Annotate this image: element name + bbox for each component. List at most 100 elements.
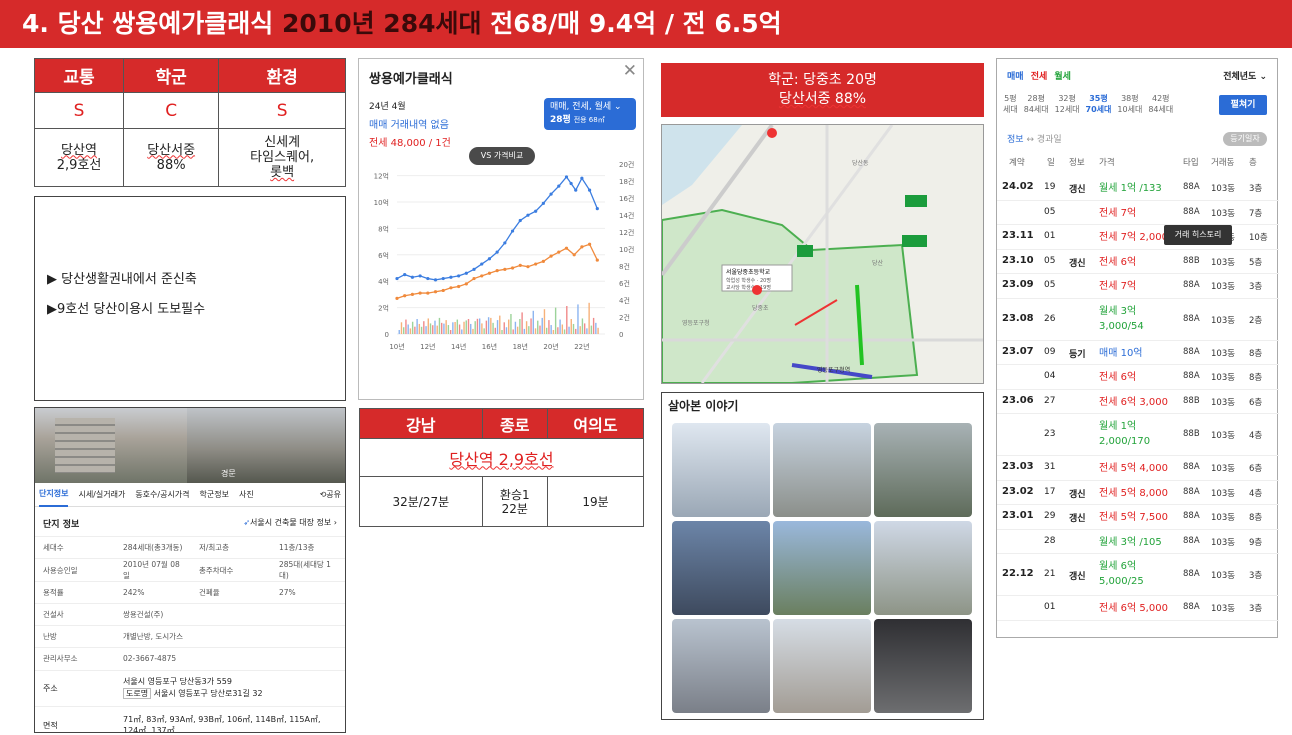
registration-date-button[interactable]: 등기일자	[1223, 132, 1267, 146]
info-toggle: 정보 ↔ 경과일	[1007, 132, 1062, 145]
deal-row[interactable]: 05 전세 7억 88A 103동 7층	[997, 201, 1279, 225]
deal-row[interactable]: 28 월세 3억 /105 88A 103동 9층	[997, 530, 1279, 554]
price-marker[interactable]	[797, 245, 813, 257]
deal-row[interactable]: 23.06 27 전세 6억 3,000 88B 103동 6층	[997, 390, 1279, 414]
deal-month: 23.03	[1002, 461, 1034, 473]
deal-row[interactable]: 01 전세 6억 5,000 88A 103동 3층	[997, 596, 1279, 621]
volume-bar	[577, 304, 579, 334]
y-tick-label: 10억	[374, 199, 389, 207]
story-photo[interactable]	[672, 521, 770, 615]
story-photo[interactable]	[874, 521, 972, 615]
tab-complex-info[interactable]: 단지정보	[39, 482, 69, 507]
tab-sale[interactable]: 매매	[1007, 72, 1024, 82]
size-option[interactable]: 35평 70세대	[1086, 93, 1112, 115]
deal-type: 88B	[1183, 395, 1200, 406]
size-option[interactable]: 38평 10세대	[1117, 93, 1142, 115]
deal-row[interactable]: 23.01 29 갱신 전세 5억 7,500 88A 103동 8층	[997, 505, 1279, 530]
volume-bar	[510, 314, 512, 334]
deal-row[interactable]: 23.10 05 갱신 전세 6억 88B 103동 5층	[997, 250, 1279, 274]
deal-col-header[interactable]: 층	[1249, 156, 1257, 168]
info-cell: 242%	[123, 588, 145, 597]
deal-price: 월세 6억 5,000/25	[1099, 561, 1144, 587]
deal-row[interactable]: 23.08 26 월세 3억 3,000/54 88A 103동 2층	[997, 299, 1279, 341]
price-marker[interactable]	[905, 195, 927, 207]
deal-price: 전세 6억 3,000	[1099, 396, 1168, 408]
info-label[interactable]: 정보	[1007, 135, 1024, 145]
tab-photos[interactable]: 사진	[239, 489, 254, 500]
address-jibun: 서울시 영등포구 당산동3가 559	[123, 677, 232, 686]
story-photo[interactable]	[874, 423, 972, 517]
deal-row[interactable]: 23.09 05 전세 7억 88A 103동 3층	[997, 274, 1279, 299]
arrow-icon: ➶	[243, 518, 251, 527]
close-icon[interactable]: ✕	[623, 61, 637, 81]
story-photo[interactable]	[874, 619, 972, 713]
deal-floor: 4층	[1249, 431, 1263, 441]
info-cell: 02-3667-4875	[123, 654, 177, 664]
volume-bar	[575, 328, 577, 334]
deal-col-header[interactable]: 계약	[1009, 156, 1025, 168]
deal-floor: 9층	[1249, 537, 1263, 548]
school-pin-icon[interactable]	[767, 128, 777, 138]
story-photo[interactable]	[773, 423, 871, 517]
time-line: 22분	[501, 501, 528, 516]
size-option[interactable]: 32평 12세대	[1055, 93, 1080, 115]
tab-jeonse[interactable]: 전세	[1031, 72, 1048, 82]
volume-bar	[505, 327, 508, 334]
size-pyeong: 28평	[1027, 94, 1045, 103]
share-button[interactable]: ⟲공유	[320, 489, 341, 500]
year-select[interactable]: 전체년도 ⌄	[1223, 69, 1267, 82]
tab-monthly[interactable]: 월세	[1054, 72, 1071, 82]
building-registry-link[interactable]: ➶서울시 건축물 대장 정보 ›	[243, 517, 337, 530]
volume-bar	[559, 319, 561, 334]
chart-title: 쌍용예가클래식	[369, 72, 453, 87]
deal-type: 88A	[1183, 182, 1200, 193]
expand-button[interactable]: 펼쳐기	[1219, 95, 1267, 115]
story-photo[interactable]	[773, 521, 871, 615]
deal-filter-button[interactable]: 매매, 전세, 월세 ⌄ 28평 전용 68㎡	[544, 98, 636, 130]
price-marker[interactable]	[902, 235, 927, 247]
story-photo[interactable]	[672, 619, 770, 713]
deal-floor: 8층	[1249, 348, 1263, 359]
data-point	[564, 246, 569, 250]
deal-col-header[interactable]: 정보	[1069, 156, 1085, 168]
deal-col-header[interactable]: 일	[1047, 156, 1055, 168]
deal-type: 88A	[1183, 511, 1200, 522]
deal-col-header[interactable]: 타입	[1183, 156, 1199, 168]
deal-row[interactable]: 23 월세 1억 2,000/170 88B 103동 4층	[997, 414, 1279, 456]
tab-price[interactable]: 시세/실거래가	[78, 489, 125, 500]
deal-col-header[interactable]: 거래동	[1211, 156, 1234, 168]
size-option[interactable]: 5평 세대	[1003, 93, 1018, 115]
story-panel: 살아본 이야기	[661, 392, 984, 720]
volume-bar	[528, 326, 530, 334]
story-photo[interactable]	[773, 619, 871, 713]
school-map[interactable]: 서울당중초등학교 학업성 학생수 · 20명 교사당 학생수 · 19명 영등포…	[661, 124, 984, 384]
range-label[interactable]: 경과일	[1037, 135, 1062, 145]
y2-tick-label: 14건	[619, 211, 634, 220]
building-facade	[55, 418, 115, 473]
deal-row[interactable]: 23.02 17 갱신 전세 5억 8,000 88A 103동 4층	[997, 481, 1279, 505]
story-photo[interactable]	[672, 423, 770, 517]
size-option[interactable]: 28평 84세대	[1024, 93, 1049, 115]
tab-units[interactable]: 동호수/공시가격	[135, 489, 189, 500]
data-point	[487, 257, 492, 261]
rating-note-environment: 신세계 타임스퀘어, 롯백	[218, 128, 346, 187]
deal-day: 05	[1044, 255, 1056, 266]
tab-school[interactable]: 학군정보	[200, 489, 229, 500]
deal-row[interactable]: 22.12 21 갱신 월세 6억 5,000/25 88A 103동 3층	[997, 554, 1279, 596]
volume-bar	[494, 327, 497, 334]
deal-row[interactable]: 23.1101전세 7억 2,00088A103동10층	[997, 225, 1279, 250]
address-value: 서울시 영등포구 당산동3가 559 도로명 서울시 영등포구 당산로31길 32	[123, 676, 263, 700]
deal-row[interactable]: 04 전세 6억 88A 103동 8층	[997, 365, 1279, 390]
deal-row[interactable]: 24.02 19 갱신 월세 1억 /133 88A 103동 3층	[997, 176, 1279, 201]
deal-col-header[interactable]: 가격	[1099, 156, 1115, 168]
map-graphic: 서울당중초등학교 학업성 학생수 · 20명 교사당 학생수 · 19명 영등포…	[662, 125, 983, 383]
deal-row[interactable]: 23.07 09 등기 매매 10억 88A 103동 8층	[997, 341, 1279, 365]
school-pin-icon[interactable]	[752, 285, 762, 295]
commute-time-jongno: 환승1 22분	[481, 476, 548, 527]
size-option[interactable]: 42평 84세대	[1148, 93, 1173, 115]
volume-bar	[512, 329, 514, 334]
deal-price: 월세 1억 2,000/170	[1099, 421, 1151, 447]
deal-row[interactable]: 23.03 31 전세 5억 4,000 88A 103동 6층	[997, 456, 1279, 481]
data-point	[510, 229, 515, 233]
volume-bar	[432, 325, 434, 334]
